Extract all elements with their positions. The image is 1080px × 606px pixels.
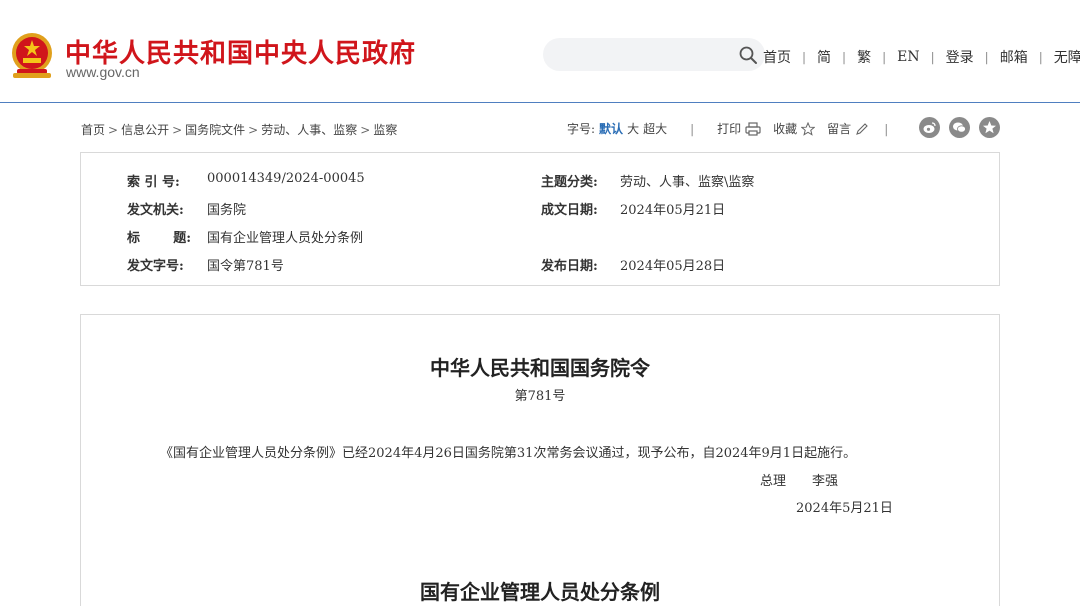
nav-separator: | <box>842 50 847 64</box>
article-tools: 字号: 默认 大 超大 | 打印 收藏 留言 | <box>567 120 888 137</box>
comment-label: 留言 <box>827 122 852 136</box>
star-icon <box>801 121 816 136</box>
nav-separator: | <box>1038 50 1043 64</box>
info-publish-date-label: 发布日期: <box>541 259 598 274</box>
info-title-label: 标 题: <box>127 227 207 246</box>
breadcrumb-separator: > <box>360 123 371 137</box>
wechat-icon <box>953 122 966 133</box>
font-size-label: 字号: <box>567 122 596 136</box>
share-qzone-button[interactable] <box>979 117 1000 138</box>
info-title-value: 国有企业管理人员处分条例 <box>207 231 364 246</box>
article-number: 第781号 <box>514 389 566 404</box>
info-topic-label: 主题分类: <box>541 175 598 190</box>
print-button[interactable]: 打印 <box>717 120 761 137</box>
printer-icon <box>745 121 761 136</box>
nav-separator: | <box>984 50 989 64</box>
breadcrumb-supervision[interactable]: 监察 <box>373 123 397 137</box>
tools-separator: | <box>690 121 695 136</box>
info-topic-value: 劳动、人事、监察\监察 <box>620 175 755 190</box>
pencil-icon <box>856 122 868 135</box>
nav-home[interactable]: 首页 <box>763 47 791 67</box>
font-size-default[interactable]: 默认 <box>599 120 623 137</box>
info-publish-date-value: 2024年05月28日 <box>620 259 726 274</box>
nav-simplified[interactable]: 简 <box>817 47 831 67</box>
info-index-label: 索 引 号: <box>127 175 180 190</box>
info-doc-no-value: 国令第781号 <box>207 259 284 274</box>
regulation-title: 国有企业管理人员处分条例 <box>420 580 660 604</box>
info-issuer-label: 发文机关: <box>127 203 184 218</box>
qzone-icon <box>983 121 996 134</box>
breadcrumb-separator: > <box>248 123 259 137</box>
share-weibo-button[interactable] <box>919 117 940 138</box>
print-label: 打印 <box>717 122 742 136</box>
signer-title: 总理 <box>760 474 787 489</box>
search-icon[interactable] <box>738 45 758 65</box>
nav-separator: | <box>802 50 807 64</box>
comment-button[interactable]: 留言 <box>827 120 869 137</box>
signer-name: 李强 <box>812 474 839 489</box>
breadcrumb-separator: > <box>108 123 119 137</box>
info-title-label-a: 标 <box>127 231 141 246</box>
info-index-row: 索 引 号: 000014349/2024-00045 <box>127 171 365 190</box>
weibo-icon <box>923 122 936 133</box>
info-written-date-label: 成文日期: <box>541 203 598 218</box>
favorite-label: 收藏 <box>773 122 798 136</box>
info-issuer-row: 发文机关: 国务院 <box>127 199 246 218</box>
info-title-row: 标 题: 国有企业管理人员处分条例 <box>127 227 363 246</box>
site-domain: www.gov.cn <box>66 64 140 80</box>
info-issuer-value: 国务院 <box>207 203 247 218</box>
tools-separator: | <box>884 121 889 136</box>
nav-english[interactable]: EN <box>897 49 919 65</box>
share-wechat-button[interactable] <box>949 117 970 138</box>
font-size-large[interactable]: 大 <box>627 120 639 137</box>
nav-traditional[interactable]: 繁 <box>857 47 871 67</box>
breadcrumb-info-disclosure[interactable]: 信息公开 <box>121 123 169 137</box>
article-paragraph: 《国有企业管理人员处分条例》已经2024年4月26日国务院第31次常务会议通过，… <box>160 446 857 461</box>
top-nav: 首页 | 简 | 繁 | EN | 登录 | 邮箱 | 无障碍 <box>763 47 1080 67</box>
info-publish-date-row: 发布日期: 2024年05月28日 <box>541 255 725 274</box>
info-doc-no-row: 发文字号: 国令第781号 <box>127 255 284 274</box>
breadcrumb-home[interactable]: 首页 <box>81 123 105 137</box>
favorite-button[interactable]: 收藏 <box>773 120 816 137</box>
site-header: 中华人民共和国中央人民政府 www.gov.cn 首页 | 简 | 繁 | EN… <box>0 0 1080 103</box>
article-sign-date: 2024年5月21日 <box>796 501 893 516</box>
national-emblem-icon[interactable] <box>9 31 55 81</box>
nav-mail[interactable]: 邮箱 <box>1000 47 1028 67</box>
search-input[interactable] <box>543 38 765 71</box>
breadcrumb-labor-personnel[interactable]: 劳动、人事、监察 <box>261 123 357 137</box>
nav-accessibility[interactable]: 无障碍 <box>1054 47 1080 67</box>
nav-separator: | <box>882 50 887 64</box>
info-written-date-row: 成文日期: 2024年05月21日 <box>541 199 725 218</box>
info-doc-no-label: 发文字号: <box>127 259 184 274</box>
breadcrumb: 首页 > 信息公开 > 国务院文件 > 劳动、人事、监察 > 监察 <box>81 121 397 138</box>
info-topic-row: 主题分类: 劳动、人事、监察\监察 <box>541 171 754 190</box>
info-title-label-b: 题: <box>173 231 191 246</box>
nav-separator: | <box>930 50 935 64</box>
article-title: 中华人民共和国国务院令 <box>430 356 650 380</box>
info-index-value: 000014349/2024-00045 <box>207 171 365 186</box>
info-written-date-value: 2024年05月21日 <box>620 203 726 218</box>
nav-login[interactable]: 登录 <box>946 47 974 67</box>
breadcrumb-state-council-docs[interactable]: 国务院文件 <box>185 123 245 137</box>
article-signer: 总理 李强 <box>760 470 838 489</box>
font-size-xlarge[interactable]: 超大 <box>643 120 667 137</box>
breadcrumb-separator: > <box>172 123 183 137</box>
